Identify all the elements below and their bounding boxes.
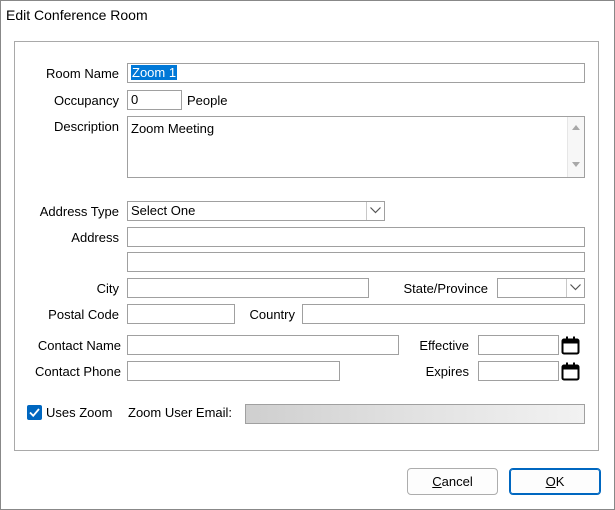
- ok-label-rest: K: [555, 474, 565, 489]
- country-input[interactable]: [302, 304, 585, 324]
- room-name-input[interactable]: Zoom 1: [127, 63, 585, 83]
- edit-conference-room-dialog: Edit Conference Room Room Name Zoom 1 Oc…: [0, 0, 615, 510]
- effective-date-input[interactable]: [478, 335, 559, 355]
- uses-zoom-label[interactable]: Uses Zoom: [46, 404, 112, 421]
- effective-label: Effective: [419, 338, 469, 353]
- state-province-select[interactable]: [497, 278, 585, 298]
- contact-name-input[interactable]: [127, 335, 399, 355]
- description-value: Zoom Meeting: [131, 121, 215, 136]
- address-label: Address: [71, 230, 119, 245]
- cancel-mnemonic: C: [432, 474, 442, 489]
- state-province-label: State/Province: [403, 281, 488, 296]
- postal-code-input[interactable]: [127, 304, 235, 324]
- room-name-value: Zoom 1: [131, 65, 178, 80]
- expires-date-input[interactable]: [478, 361, 559, 381]
- address-line1-input[interactable]: [127, 227, 585, 247]
- country-label: Country: [249, 307, 295, 322]
- uses-zoom-checkbox[interactable]: [27, 405, 42, 420]
- contact-phone-input[interactable]: [127, 361, 340, 381]
- ok-mnemonic: O: [545, 474, 556, 489]
- contact-name-label: Contact Name: [37, 338, 121, 353]
- chevron-down-icon: [566, 279, 584, 297]
- calendar-icon[interactable]: [561, 361, 581, 381]
- occupancy-input[interactable]: 0: [127, 90, 182, 110]
- zoom-user-email-input[interactable]: [245, 404, 585, 424]
- city-input[interactable]: [127, 278, 369, 298]
- room-name-label: Room Name: [46, 66, 119, 81]
- address-line2-input[interactable]: [127, 252, 585, 272]
- expires-label: Expires: [425, 364, 469, 379]
- contact-phone-label: Contact Phone: [34, 364, 121, 379]
- address-type-label: Address Type: [39, 204, 119, 219]
- calendar-icon[interactable]: [561, 335, 581, 355]
- occupancy-label: Occupancy: [53, 93, 119, 108]
- chevron-down-icon: [366, 202, 384, 220]
- cancel-label-rest: ancel: [441, 474, 473, 489]
- description-scrollbar[interactable]: [567, 117, 584, 177]
- dialog-title: Edit Conference Room: [6, 7, 148, 23]
- address-type-select[interactable]: Select One: [127, 201, 385, 221]
- cancel-button[interactable]: Cancel: [407, 468, 498, 495]
- checkmark-icon: [29, 408, 40, 418]
- scrollbar-arrows-icon: [572, 125, 580, 167]
- occupancy-unit: People: [187, 93, 228, 108]
- description-label: Description: [53, 119, 119, 134]
- ok-button[interactable]: OK: [509, 468, 601, 495]
- postal-code-label: Postal Code: [48, 307, 119, 322]
- address-type-value: Select One: [131, 203, 196, 218]
- city-label: City: [96, 281, 119, 296]
- zoom-user-email-label: Zoom User Email:: [128, 405, 233, 420]
- description-textarea[interactable]: Zoom Meeting: [127, 116, 585, 178]
